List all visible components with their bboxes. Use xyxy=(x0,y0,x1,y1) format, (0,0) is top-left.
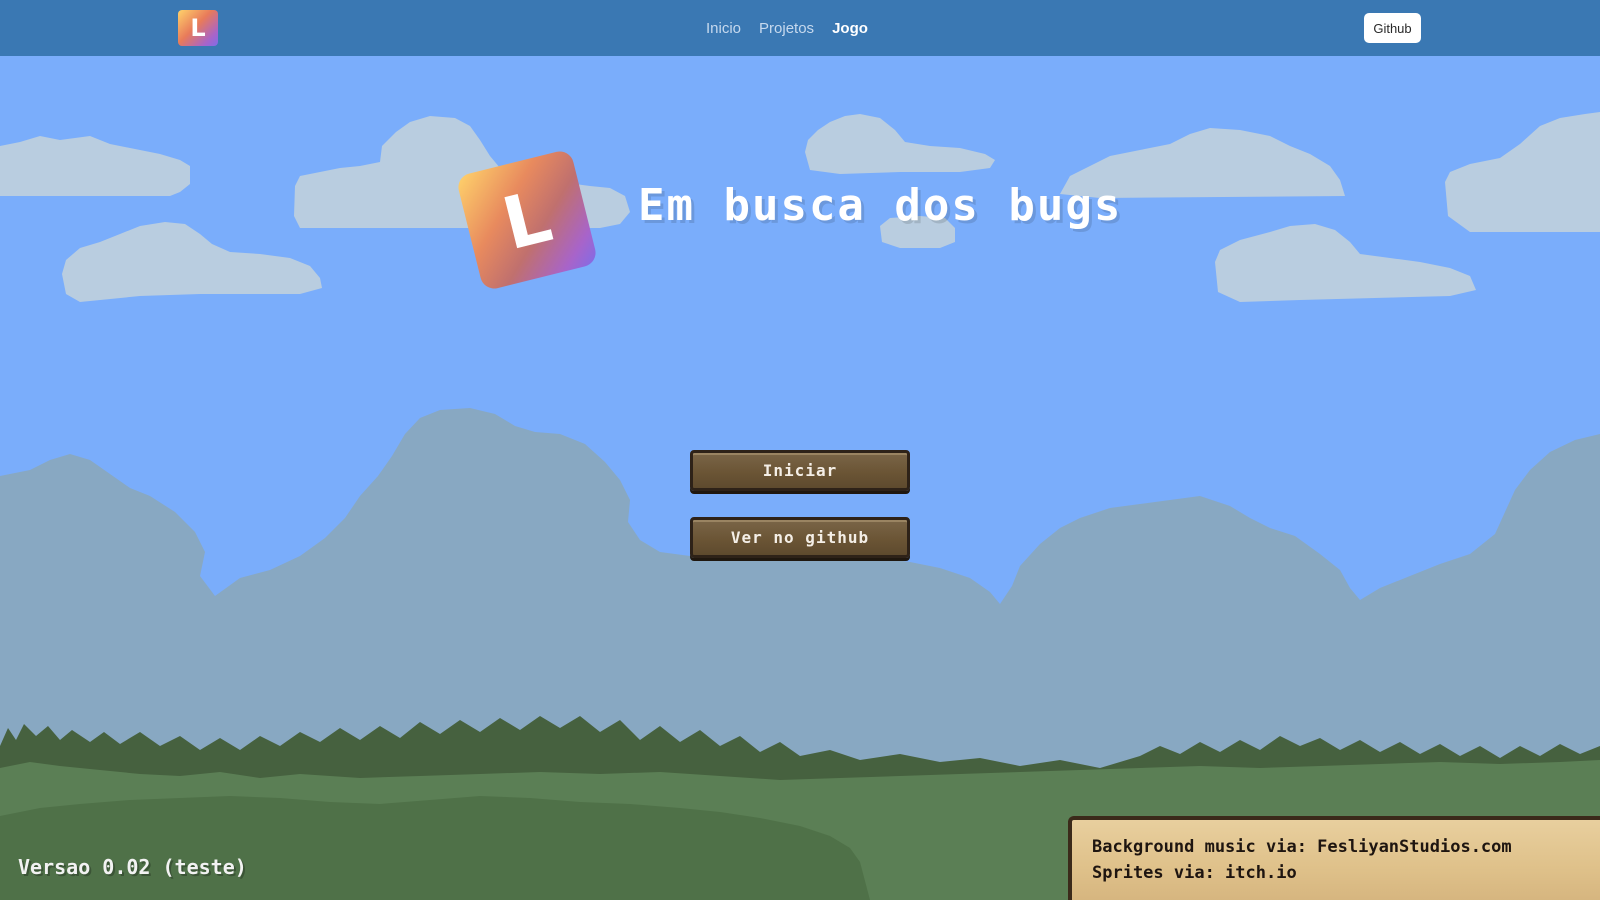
version-label: Versao 0.02 (teste) xyxy=(18,855,247,879)
credits-plank: Background music via: FesliyanStudios.co… xyxy=(1068,816,1600,900)
credits-sprites: Sprites via: itch.io xyxy=(1092,863,1297,883)
top-navbar: L Inicio Projetos Jogo Github xyxy=(0,0,1600,56)
start-button[interactable]: Iniciar xyxy=(690,450,910,491)
game-canvas[interactable]: L Em busca dos bugs Iniciar Ver no githu… xyxy=(0,56,1600,900)
site-logo-letter: L xyxy=(190,14,206,42)
nav-link-projetos[interactable]: Projetos xyxy=(759,20,814,37)
nav-links: Inicio Projetos Jogo xyxy=(706,0,868,56)
game-logo-letter: L xyxy=(494,173,560,267)
game-title: Em busca dos bugs xyxy=(638,180,1123,231)
nav-link-jogo[interactable]: Jogo xyxy=(832,20,868,37)
nav-link-inicio[interactable]: Inicio xyxy=(706,20,741,37)
github-nav-button[interactable]: Github xyxy=(1364,13,1421,43)
credits-music: Background music via: FesliyanStudios.co… xyxy=(1092,837,1512,857)
site-logo[interactable]: L xyxy=(178,10,218,46)
view-on-github-button[interactable]: Ver no github xyxy=(690,517,910,558)
